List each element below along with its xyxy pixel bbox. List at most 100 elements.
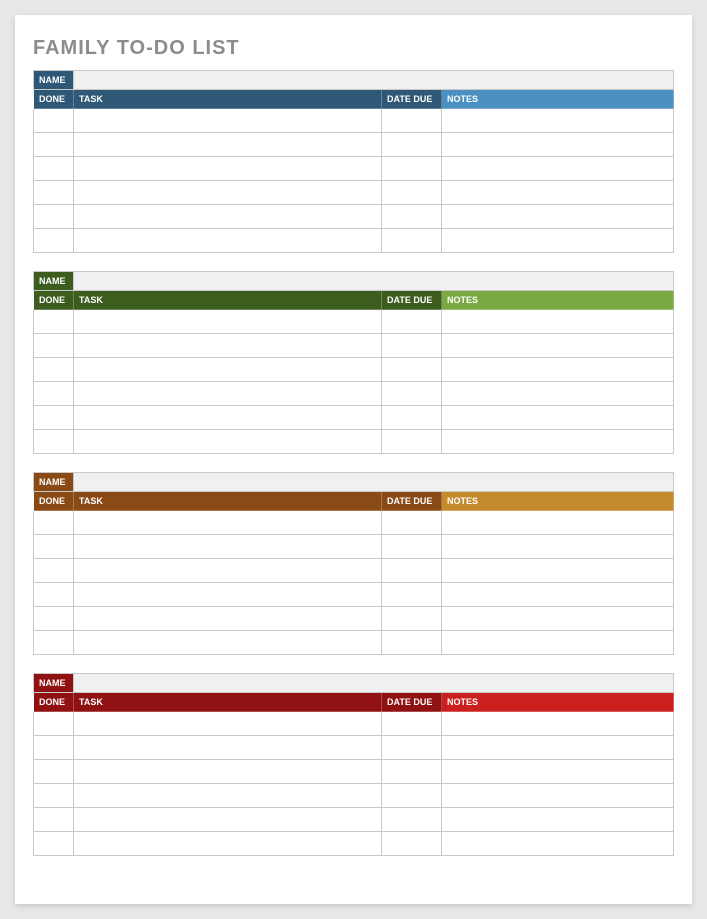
cell-date-due[interactable] (382, 181, 442, 205)
cell-done[interactable] (34, 406, 74, 430)
cell-date-due[interactable] (382, 583, 442, 607)
cell-date-due[interactable] (382, 631, 442, 655)
cell-done[interactable] (34, 109, 74, 133)
cell-date-due[interactable] (382, 784, 442, 808)
cell-date-due[interactable] (382, 358, 442, 382)
cell-task[interactable] (74, 808, 382, 832)
cell-date-due[interactable] (382, 832, 442, 856)
cell-date-due[interactable] (382, 559, 442, 583)
cell-date-due[interactable] (382, 712, 442, 736)
cell-task[interactable] (74, 712, 382, 736)
cell-task[interactable] (74, 229, 382, 253)
cell-done[interactable] (34, 583, 74, 607)
cell-task[interactable] (74, 535, 382, 559)
cell-task[interactable] (74, 832, 382, 856)
cell-notes[interactable] (442, 583, 674, 607)
cell-task[interactable] (74, 205, 382, 229)
cell-done[interactable] (34, 631, 74, 655)
cell-date-due[interactable] (382, 229, 442, 253)
cell-notes[interactable] (442, 382, 674, 406)
cell-notes[interactable] (442, 607, 674, 631)
cell-notes[interactable] (442, 736, 674, 760)
cell-task[interactable] (74, 181, 382, 205)
cell-date-due[interactable] (382, 808, 442, 832)
cell-task[interactable] (74, 511, 382, 535)
cell-notes[interactable] (442, 133, 674, 157)
cell-notes[interactable] (442, 310, 674, 334)
cell-date-due[interactable] (382, 607, 442, 631)
cell-task[interactable] (74, 583, 382, 607)
cell-done[interactable] (34, 712, 74, 736)
cell-notes[interactable] (442, 430, 674, 454)
cell-done[interactable] (34, 133, 74, 157)
cell-task[interactable] (74, 109, 382, 133)
cell-done[interactable] (34, 511, 74, 535)
cell-task[interactable] (74, 310, 382, 334)
cell-done[interactable] (34, 784, 74, 808)
cell-task[interactable] (74, 631, 382, 655)
cell-task[interactable] (74, 559, 382, 583)
cell-task[interactable] (74, 406, 382, 430)
cell-task[interactable] (74, 736, 382, 760)
cell-notes[interactable] (442, 358, 674, 382)
cell-done[interactable] (34, 229, 74, 253)
cell-done[interactable] (34, 535, 74, 559)
cell-done[interactable] (34, 181, 74, 205)
cell-task[interactable] (74, 334, 382, 358)
cell-notes[interactable] (442, 157, 674, 181)
cell-notes[interactable] (442, 784, 674, 808)
cell-date-due[interactable] (382, 511, 442, 535)
cell-date-due[interactable] (382, 382, 442, 406)
cell-done[interactable] (34, 157, 74, 181)
name-input[interactable] (74, 473, 673, 491)
cell-done[interactable] (34, 205, 74, 229)
cell-date-due[interactable] (382, 310, 442, 334)
cell-notes[interactable] (442, 808, 674, 832)
cell-notes[interactable] (442, 334, 674, 358)
cell-date-due[interactable] (382, 133, 442, 157)
cell-date-due[interactable] (382, 736, 442, 760)
cell-notes[interactable] (442, 712, 674, 736)
cell-task[interactable] (74, 430, 382, 454)
cell-done[interactable] (34, 430, 74, 454)
cell-notes[interactable] (442, 205, 674, 229)
cell-done[interactable] (34, 559, 74, 583)
cell-date-due[interactable] (382, 406, 442, 430)
cell-notes[interactable] (442, 832, 674, 856)
cell-notes[interactable] (442, 760, 674, 784)
cell-task[interactable] (74, 133, 382, 157)
cell-date-due[interactable] (382, 205, 442, 229)
cell-task[interactable] (74, 358, 382, 382)
cell-done[interactable] (34, 358, 74, 382)
cell-done[interactable] (34, 607, 74, 631)
cell-date-due[interactable] (382, 535, 442, 559)
cell-task[interactable] (74, 760, 382, 784)
cell-notes[interactable] (442, 229, 674, 253)
cell-done[interactable] (34, 334, 74, 358)
cell-date-due[interactable] (382, 157, 442, 181)
cell-task[interactable] (74, 382, 382, 406)
cell-notes[interactable] (442, 631, 674, 655)
cell-task[interactable] (74, 784, 382, 808)
cell-done[interactable] (34, 760, 74, 784)
cell-date-due[interactable] (382, 109, 442, 133)
cell-done[interactable] (34, 382, 74, 406)
cell-notes[interactable] (442, 559, 674, 583)
cell-date-due[interactable] (382, 334, 442, 358)
cell-notes[interactable] (442, 511, 674, 535)
cell-done[interactable] (34, 736, 74, 760)
cell-notes[interactable] (442, 535, 674, 559)
cell-date-due[interactable] (382, 760, 442, 784)
cell-done[interactable] (34, 808, 74, 832)
cell-done[interactable] (34, 310, 74, 334)
cell-date-due[interactable] (382, 430, 442, 454)
cell-notes[interactable] (442, 109, 674, 133)
cell-task[interactable] (74, 157, 382, 181)
name-input[interactable] (74, 674, 673, 692)
cell-notes[interactable] (442, 181, 674, 205)
name-input[interactable] (74, 71, 673, 89)
cell-done[interactable] (34, 832, 74, 856)
name-input[interactable] (74, 272, 673, 290)
cell-task[interactable] (74, 607, 382, 631)
cell-notes[interactable] (442, 406, 674, 430)
